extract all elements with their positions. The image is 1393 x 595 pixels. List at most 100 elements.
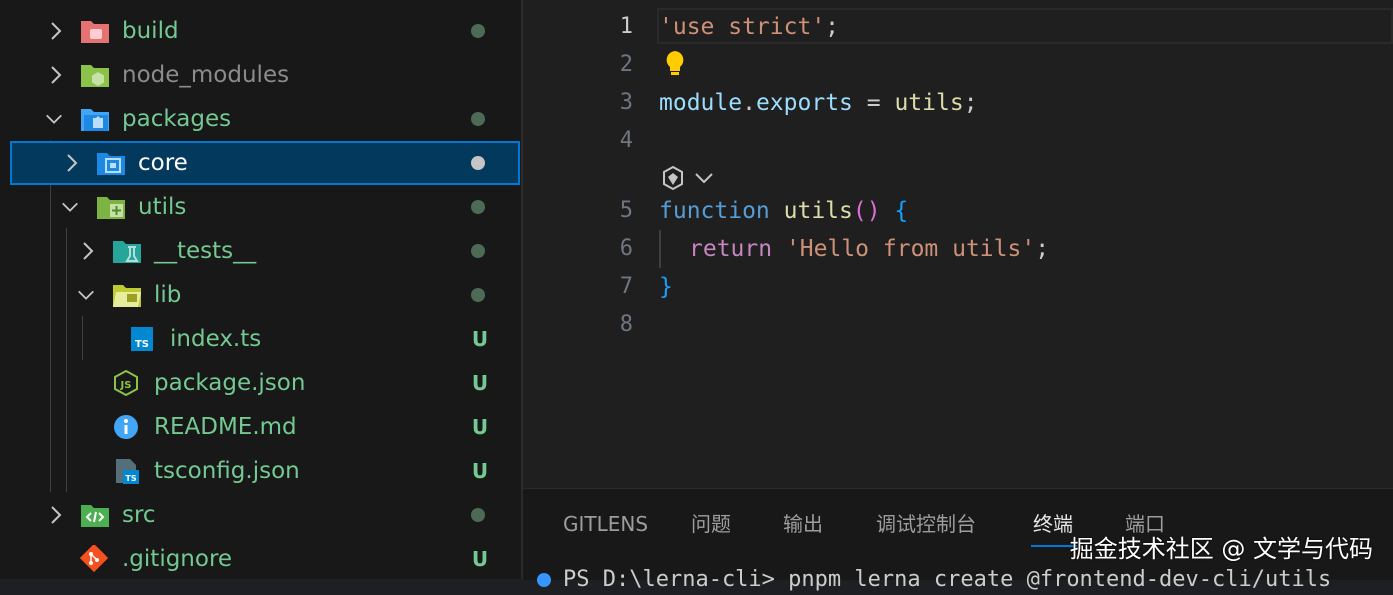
chevron-right-icon (51, 66, 62, 84)
code-text: return 'Hello from utils'; (689, 230, 1049, 268)
tree-item-core[interactable]: core (10, 141, 520, 185)
line-number: 4 (619, 128, 633, 153)
punctuation-token: . (742, 90, 756, 116)
info-icon (114, 415, 138, 439)
tab-terminal[interactable]: 终端 (1033, 509, 1073, 539)
code-line: 2 (523, 46, 1393, 84)
code-line: 5 function utils() { (523, 192, 1393, 230)
tree-item-label: .gitignore (122, 546, 233, 572)
svg-text:TS: TS (135, 339, 149, 350)
code-text: module.exports = utils; (659, 84, 978, 122)
git-status-badge: U (471, 327, 489, 351)
tree-item-label: package.json (154, 370, 306, 396)
property-token: exports (755, 90, 853, 116)
tab-debug-console[interactable]: 调试控制台 (876, 509, 976, 539)
git-status-badge: U (471, 371, 489, 395)
chevron-right-icon (67, 154, 78, 172)
modified-dot (471, 288, 485, 302)
line-number: 5 (619, 198, 633, 223)
code-line: 7 } (523, 268, 1393, 306)
tree-item-label: index.ts (170, 326, 262, 352)
bracket-token: } (659, 274, 673, 300)
punctuation-token: ; (963, 90, 978, 116)
folder-node-icon (81, 65, 109, 87)
tree-item-label: packages (122, 106, 232, 132)
tree-item-label: README.md (154, 414, 297, 440)
modified-dot (471, 244, 485, 258)
tree-item-tsconfig[interactable]: TS tsconfig.json U (0, 449, 521, 493)
punctuation-token: ; (1035, 236, 1050, 262)
modified-dot (471, 200, 485, 214)
tree-item-tests[interactable]: __tests__ (0, 229, 521, 273)
git-status-badge: U (471, 459, 489, 483)
tree-item-build[interactable]: build (0, 9, 521, 53)
tree-item-gitignore[interactable]: .gitignore U (0, 537, 521, 579)
tree-item-index-ts[interactable]: TS index.ts U (0, 317, 521, 361)
codelens[interactable] (659, 164, 719, 192)
code-line: 6 return 'Hello from utils'; (523, 230, 1393, 268)
tab-problems[interactable]: 问题 (691, 509, 731, 539)
tree-item-packages[interactable]: packages (0, 97, 521, 141)
svg-text:JS: JS (120, 380, 132, 391)
explorer-sidebar: build node_modules packages core utils _… (0, 0, 521, 579)
tree-item-label: tsconfig.json (154, 458, 300, 484)
line-number: 8 (619, 312, 633, 337)
nodejs-file-icon: JS (114, 369, 138, 397)
tsconfig-file-icon: TS (116, 459, 139, 484)
punctuation-token: ; (825, 14, 840, 40)
git-status-badge: U (471, 415, 489, 439)
modified-dot (471, 24, 485, 38)
chevron-down-icon (695, 173, 713, 184)
modified-dot (471, 156, 485, 170)
tree-item-label: lib (154, 282, 182, 308)
git-file-icon (80, 545, 109, 573)
code-line: 3 module.exports = utils; (523, 84, 1393, 122)
tree-item-utils[interactable]: utils (0, 185, 521, 229)
string-token: 'Hello from utils' (772, 236, 1036, 262)
tree-item-readme[interactable]: README.md U (0, 405, 521, 449)
tree-item-lib[interactable]: lib (0, 273, 521, 317)
tab-gitlens[interactable]: GITLENS (563, 509, 648, 539)
line-number: 6 (619, 236, 633, 261)
indent-guide (659, 230, 661, 268)
code-text: function utils() { (659, 192, 908, 230)
bottom-panel: GITLENS 问题 输出 调试控制台 终端 端口 掘金技术社区 @ 文学与代码… (523, 488, 1393, 592)
copilot-sparkle-icon (663, 165, 683, 191)
lightbulb-icon[interactable] (663, 49, 687, 79)
code-line: 8 (523, 306, 1393, 344)
keyword-token: function (659, 198, 770, 224)
tree-item-package-json[interactable]: JS package.json U (0, 361, 521, 405)
folder-core-icon (97, 153, 125, 175)
folder-src-icon (81, 505, 109, 527)
modified-dot (471, 112, 485, 126)
chevron-right-icon (51, 506, 62, 524)
typescript-file-icon: TS (131, 327, 153, 351)
code-line: 4 (523, 122, 1393, 160)
folder-lib-icon (113, 285, 141, 307)
tree-item-src[interactable]: src (0, 493, 521, 537)
chevron-down-icon (62, 202, 78, 212)
tree-item-node-modules[interactable]: node_modules (0, 53, 521, 97)
tab-output[interactable]: 输出 (783, 509, 823, 539)
chevron-right-icon (51, 22, 62, 40)
folder-utils-icon (97, 197, 125, 219)
code-text: 'use strict'; (659, 8, 839, 46)
watermark: 掘金技术社区 @ 文学与代码 (1069, 535, 1373, 563)
git-status-badge: U (471, 547, 489, 571)
tree-item-label: __tests__ (154, 238, 257, 264)
tree-item-label: src (122, 502, 156, 528)
function-name-token: utils (769, 198, 853, 224)
line-number: 2 (619, 52, 633, 77)
string-token: 'use strict' (659, 14, 826, 40)
variable-token: module (659, 90, 743, 116)
modified-dot (471, 508, 485, 522)
bracket-token: () (852, 198, 881, 224)
tree-item-label: node_modules (122, 62, 290, 88)
line-number: 3 (619, 90, 633, 115)
terminal-line[interactable]: PS D:\lerna-cli> pnpm lerna create @fron… (563, 565, 1331, 595)
chevron-down-icon (46, 114, 62, 124)
function-name-token: utils (894, 90, 964, 116)
chevron-right-icon (83, 242, 94, 260)
code-editor[interactable]: 1 'use strict'; 2 3 module.exports = uti… (523, 0, 1393, 488)
line-number: 1 (619, 14, 633, 39)
